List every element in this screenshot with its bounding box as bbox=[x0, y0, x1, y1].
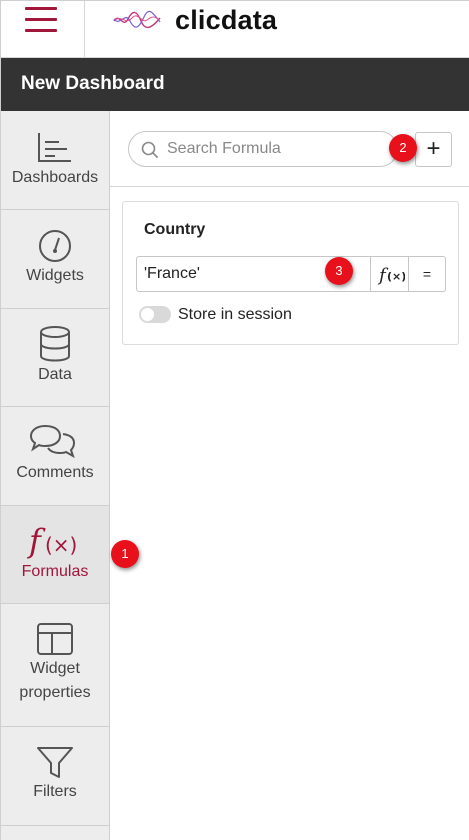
hamburger-menu-icon[interactable] bbox=[1, 1, 85, 57]
clicdata-logo-icon bbox=[113, 10, 161, 29]
svg-text:(×): (×) bbox=[387, 270, 405, 283]
add-formula-button[interactable]: + bbox=[415, 132, 452, 167]
step-marker-3: 3 bbox=[325, 257, 353, 285]
svg-text:f: f bbox=[27, 522, 46, 560]
step-marker-1: 1 bbox=[111, 540, 139, 568]
page-title: New Dashboard bbox=[21, 73, 165, 94]
chat-bubbles-icon bbox=[29, 424, 76, 459]
sidebar-item-dashboards[interactable]: Dashboards bbox=[1, 111, 109, 210]
sidebar-item-widgets[interactable]: Widgets bbox=[1, 210, 109, 309]
formula-card: Country 'France' f (×) = Store in sessio… bbox=[122, 201, 459, 345]
sidebar-item-label: Dashboards bbox=[11, 169, 99, 186]
formulas-panel: + Country 'France' f (×) = Store in sess… bbox=[110, 111, 469, 840]
formula-value-field[interactable]: 'France' f (×) = bbox=[136, 256, 446, 292]
formula-value[interactable]: 'France' bbox=[144, 265, 200, 283]
gauge-icon bbox=[39, 230, 71, 262]
sidebar-item-label: Comments bbox=[16, 464, 94, 481]
sidebar-item-filters[interactable]: Filters bbox=[1, 727, 109, 826]
dashboard-title-bar: New Dashboard bbox=[1, 58, 469, 111]
layout-icon bbox=[37, 623, 73, 655]
sidebar-item-comments[interactable]: Comments bbox=[1, 407, 109, 506]
formula-name: Country bbox=[144, 221, 206, 238]
search-box[interactable] bbox=[128, 131, 398, 167]
search-icon bbox=[141, 141, 159, 159]
fx-icon: f (×) bbox=[27, 522, 77, 560]
sidebar-item-data[interactable]: Data bbox=[1, 309, 109, 407]
sidebar-item-label: Filters bbox=[33, 783, 77, 800]
svg-text:(×): (×) bbox=[45, 533, 77, 557]
sidebar-item-label: Formulas bbox=[21, 563, 89, 580]
sidebar-item-label: Widget bbox=[30, 660, 80, 677]
sidebar-item-label: properties bbox=[19, 684, 91, 701]
database-icon bbox=[40, 326, 70, 362]
sidebar-item-label: Data bbox=[38, 366, 72, 383]
funnel-icon bbox=[37, 747, 73, 778]
fx-icon: f (×) bbox=[377, 265, 406, 286]
store-in-session-label: Store in session bbox=[178, 306, 292, 323]
sidebar-item-label: Widgets bbox=[26, 267, 84, 284]
dashboards-chart-icon bbox=[38, 133, 71, 162]
top-bar: clicdata bbox=[1, 1, 469, 58]
store-in-session-toggle[interactable] bbox=[139, 306, 171, 323]
formula-editor-button[interactable]: f (×) bbox=[370, 257, 408, 291]
sidebar-item-formulas[interactable]: f (×) Formulas bbox=[1, 506, 109, 604]
sidebar-item-widget-properties[interactable]: Widget properties bbox=[1, 604, 109, 727]
search-input[interactable] bbox=[167, 138, 387, 160]
step-marker-2: 2 bbox=[389, 134, 417, 162]
brand-name: clicdata bbox=[175, 5, 278, 35]
toggle-knob bbox=[141, 308, 154, 321]
evaluate-button[interactable]: = bbox=[408, 257, 445, 291]
sidebar: Dashboards Widgets Data Comments f (×) F… bbox=[1, 111, 110, 840]
